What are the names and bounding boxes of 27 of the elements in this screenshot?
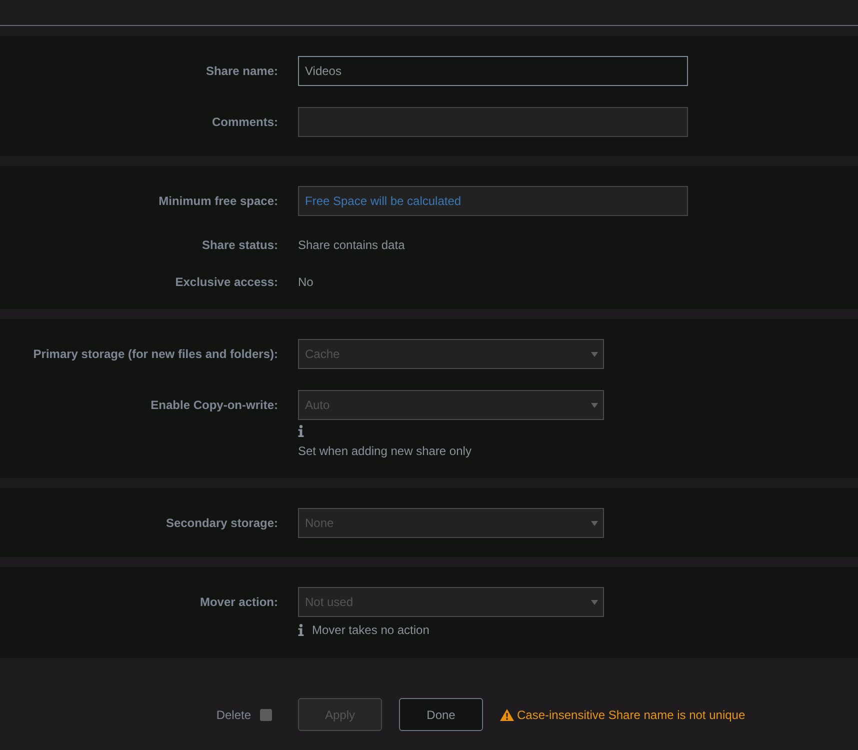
field-label: Enable Copy-on-write: — [150, 397, 278, 414]
field-value: Share contains data — [298, 237, 405, 253]
field-label: Primary storage (for new files and folders): — [33, 346, 278, 363]
field-label: Share status: — [202, 237, 278, 253]
caret-icon — [591, 600, 598, 604]
warning-icon — [500, 708, 514, 720]
caret-icon — [591, 520, 598, 526]
text-field[interactable] — [298, 107, 688, 137]
field-label: Exclusive access: — [175, 274, 278, 290]
caret-icon — [591, 402, 598, 408]
text-field[interactable]: Free Space will be calculated — [298, 186, 688, 216]
field-label: Mover action: — [200, 594, 278, 611]
delete-label: Delete — [216, 708, 251, 722]
info-icon — [298, 624, 304, 636]
info-icon — [298, 425, 304, 437]
text-field[interactable]: Videos — [298, 56, 688, 86]
action-button[interactable]: Done — [399, 698, 483, 731]
caret-icon — [591, 352, 598, 356]
help-text: Set when adding new share only — [298, 443, 472, 459]
field-value: No — [298, 274, 314, 290]
field-label: Minimum free space: — [158, 193, 278, 210]
field-label: Share name: — [206, 63, 278, 80]
field-label: Secondary storage: — [166, 515, 278, 532]
warning-message: Case-insensitive Share name is not unique — [517, 708, 746, 722]
delete-checkbox[interactable] — [260, 708, 272, 720]
field-label: Comments: — [212, 114, 278, 131]
help-text: Mover takes no action — [312, 622, 430, 638]
